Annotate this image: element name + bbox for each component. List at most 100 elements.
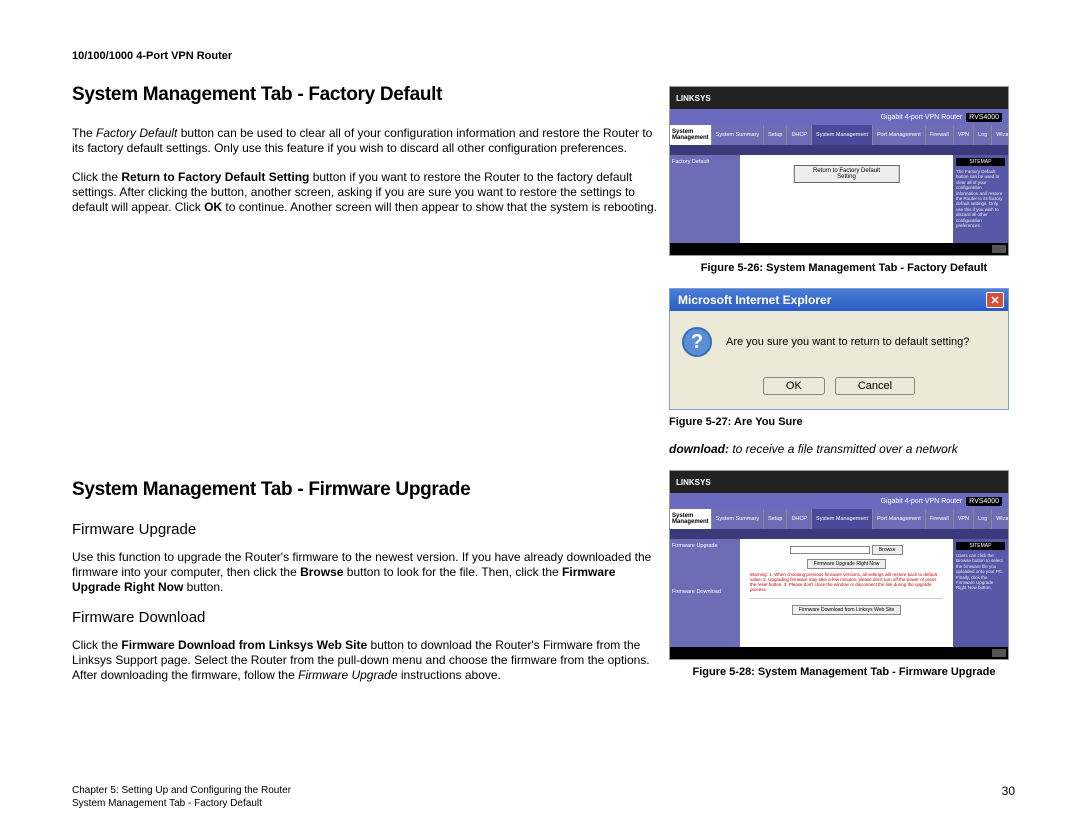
code-text: RVS4000 (966, 497, 1002, 506)
bold-ok: OK (204, 200, 222, 214)
tab[interactable]: System Summary (711, 509, 763, 529)
doc-header: 10/100/1000 4-Port VPN Router (72, 50, 1015, 62)
bold-download-link: Firmware Download from Linksys Web Site (121, 638, 367, 652)
spacer (72, 229, 657, 479)
dialog-buttons: OK Cancel (670, 373, 1008, 409)
main-grid: System Management Tab - Factory Default … (72, 84, 1015, 697)
tab[interactable]: Setup (763, 509, 786, 529)
page-number: 30 (1002, 784, 1015, 810)
text: to continue. Another screen will then ap… (222, 200, 657, 214)
tab[interactable]: Port Management (872, 509, 925, 529)
tab[interactable]: Firewall (925, 509, 953, 529)
sitemap-label[interactable]: SITEMAP (956, 542, 1005, 550)
tab[interactable]: DHCP (786, 125, 811, 145)
caption-5-28: Figure 5-28: System Management Tab - Fir… (669, 666, 1019, 678)
cisco-logo (992, 649, 1006, 657)
tab[interactable]: Wizard (991, 509, 1009, 529)
tab[interactable]: VPN (953, 509, 973, 529)
text: Click the (72, 638, 121, 652)
dialog-body: ? Are you sure you want to return to def… (670, 311, 1008, 373)
glossary-def: to receive a file transmitted over a net… (729, 442, 958, 456)
brand-text: LINKSYS (676, 478, 711, 487)
para-factory-default-1: The Factory Default button can be used t… (72, 126, 657, 156)
caption-5-27: Figure 5-27: Are You Sure (669, 416, 1019, 428)
tab[interactable]: Log (973, 509, 991, 529)
router-banner: Gigabit 4-port VPN Router RVS4000 (670, 493, 1008, 509)
tab[interactable]: Wizard (991, 125, 1009, 145)
router-tab-row: System Management System Summary Setup D… (670, 509, 1008, 529)
subheading-firmware-upgrade: Firmware Upgrade (72, 521, 657, 538)
tab[interactable]: System Summary (711, 125, 763, 145)
cancel-button[interactable]: Cancel (835, 377, 915, 395)
right-column: LINKSYS Gigabit 4-port VPN Router RVS400… (669, 84, 1019, 697)
tab[interactable]: Firewall (925, 125, 953, 145)
fw-warning-text: Warning: 1. When choosing previous firmw… (750, 572, 943, 592)
router-main-panel: Return to Factory Default Setting (740, 155, 953, 255)
router-main-panel: Browse Firmware Upgrade Right Now Warnin… (740, 539, 953, 659)
dialog-title: Microsoft Internet Explorer (678, 293, 831, 307)
ok-button[interactable]: OK (763, 377, 825, 395)
tab[interactable]: Log (973, 125, 991, 145)
figure-5-28: LINKSYS Gigabit 4-port VPN Router RVS400… (669, 470, 1009, 660)
file-input[interactable] (790, 546, 870, 554)
cisco-logo (992, 245, 1006, 253)
dialog-titlebar: Microsoft Internet Explorer ✕ (670, 289, 1008, 311)
page-footer: Chapter 5: Setting Up and Configuring th… (72, 784, 1015, 810)
router-tab-row: System Management System Summary Setup D… (670, 125, 1008, 145)
section-title-factory-default: System Management Tab - Factory Default (72, 84, 657, 106)
left-panel-label: Factory Default (672, 159, 738, 165)
model-text: Gigabit 4-port VPN Router (881, 498, 963, 505)
tab[interactable]: Setup (763, 125, 786, 145)
close-icon[interactable]: ✕ (986, 292, 1004, 308)
para-firmware-upgrade: Use this function to upgrade the Router'… (72, 550, 657, 595)
caption-5-26: Figure 5-26: System Management Tab - Fac… (669, 262, 1019, 274)
glossary-entry: download: to receive a file transmitted … (669, 442, 1019, 456)
router-subtab-row (670, 529, 1008, 539)
question-icon: ? (682, 327, 712, 357)
model-text: Gigabit 4-port VPN Router (881, 114, 963, 121)
router-brand-bar: LINKSYS (670, 471, 1008, 493)
left-column: System Management Tab - Factory Default … (72, 84, 657, 697)
footer-left: Chapter 5: Setting Up and Configuring th… (72, 784, 291, 810)
tab-active[interactable]: System Management (811, 509, 872, 529)
brand-text: LINKSYS (676, 94, 711, 103)
sitemap-label[interactable]: SITEMAP (956, 158, 1005, 166)
router-banner: Gigabit 4-port VPN Router RVS4000 (670, 109, 1008, 125)
help-text: The Factory Default button can be used t… (956, 169, 1005, 228)
download-button[interactable]: Firmware Download from Linksys Web Site (792, 605, 902, 615)
tab-active[interactable]: System Management (811, 125, 872, 145)
router-right-panel: SITEMAP Users can click the Browse butto… (953, 539, 1008, 659)
section-title-firmware-upgrade: System Management Tab - Firmware Upgrade (72, 479, 657, 501)
text: button. (183, 580, 223, 594)
router-body: Factory Default Return to Factory Defaul… (670, 155, 1008, 255)
figure-5-26: LINKSYS Gigabit 4-port VPN Router RVS400… (669, 86, 1009, 256)
tab[interactable]: Port Management (872, 125, 925, 145)
subheading-firmware-download: Firmware Download (72, 609, 657, 626)
para-firmware-download: Click the Firmware Download from Linksys… (72, 638, 657, 683)
fw-row-3: Firmware Download from Linksys Web Site (750, 598, 943, 615)
left-panel-label-2: Firmware Download (672, 589, 738, 595)
fw-row-2: Firmware Upgrade Right Now (750, 559, 943, 569)
tab[interactable]: DHCP (786, 509, 811, 529)
page: 10/100/1000 4-Port VPN Router System Man… (0, 0, 1080, 834)
router-side-title: System Management (670, 125, 711, 145)
help-text: Users can click the Browse button to sel… (956, 553, 1005, 591)
para-factory-default-2: Click the Return to Factory Default Sett… (72, 170, 657, 215)
router-side-title: System Management (670, 509, 711, 529)
router-left-panel: Factory Default (670, 155, 740, 255)
text: instructions above. (398, 668, 501, 682)
upgrade-now-button[interactable]: Firmware Upgrade Right Now (807, 559, 887, 569)
text: Click the (72, 170, 121, 184)
left-panel-label: Firmware Upgrade (672, 543, 738, 549)
factory-default-button[interactable]: Return to Factory Default Setting (793, 165, 900, 183)
router-subtab-row (670, 145, 1008, 155)
browse-button[interactable]: Browse (872, 545, 903, 555)
figure-5-27: Microsoft Internet Explorer ✕ ? Are you … (669, 288, 1009, 410)
router-footer (670, 243, 1008, 255)
fw-row-1: Browse (750, 545, 943, 555)
tab[interactable]: VPN (953, 125, 973, 145)
bold-browse: Browse (300, 565, 343, 579)
glossary-term: download: (669, 442, 729, 456)
dialog-message: Are you sure you want to return to defau… (726, 336, 969, 348)
text: button to look for the file. Then, click… (343, 565, 562, 579)
